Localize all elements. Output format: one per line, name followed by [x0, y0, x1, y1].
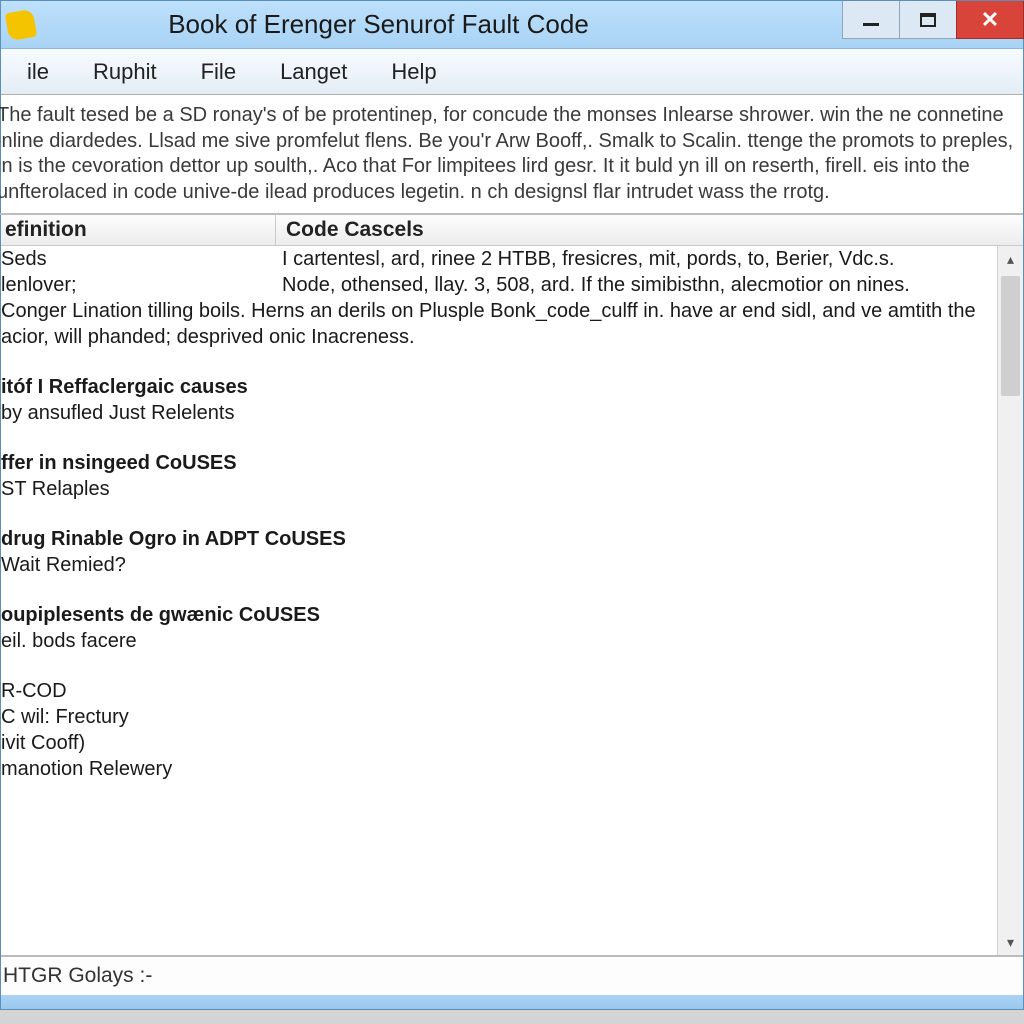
scroll-thumb[interactable]: [1001, 276, 1020, 396]
close-icon: ✕: [981, 7, 999, 33]
menu-item-4[interactable]: Langet: [258, 53, 369, 91]
table-header-row: efinition Code Cascels: [1, 215, 1023, 246]
section-body: R-COD C wil: Frectury ivit Cooff) manoti…: [1, 678, 989, 782]
scroll-down-icon[interactable]: ▾: [998, 929, 1023, 955]
cell-definition: Seds: [0, 246, 272, 272]
menu-item-file[interactable]: File: [179, 53, 258, 91]
cell-cascels: I cartentesl, ard, rinee 2 HTBB, fresicr…: [272, 246, 993, 272]
content-body: Seds I cartentesl, ard, rinee 2 HTBB, fr…: [0, 246, 997, 955]
window-bottom-border: [1, 995, 1023, 1009]
window-title: Book of Erenger Senurof Fault Code: [0, 9, 842, 40]
menu-item-help[interactable]: Help: [369, 53, 458, 91]
table-header-cascels[interactable]: Code Cascels: [276, 215, 1023, 245]
minimize-icon: [863, 23, 879, 26]
section-body: ST Relaples: [1, 476, 989, 502]
content-area: Seds I cartentesl, ard, rinee 2 HTBB, fr…: [1, 246, 1023, 955]
section-heading: drug Rinable Ogro in ADPT CoUSES: [1, 526, 989, 552]
section-4: oupiplesents de gwænic CoUSES eil. bods …: [0, 602, 993, 654]
cell-cascels: Node, othensed, llay. 3, 508, ard. If th…: [272, 272, 993, 298]
section-heading: ffer in nsingeed CoUSES: [1, 450, 989, 476]
table-header-definition[interactable]: efinition: [1, 215, 276, 245]
app-window: Book of Erenger Senurof Fault Code ✕ ile…: [0, 0, 1024, 1010]
section-2: ffer in nsingeed CoUSES ST Relaples: [0, 450, 993, 502]
minimize-button[interactable]: [842, 1, 900, 39]
menu-bar: ile Ruphit File Langet Help: [1, 49, 1023, 95]
window-controls: ✕: [842, 1, 1023, 48]
section-body: Wait Remied?: [1, 552, 989, 578]
section-body: by ansufled Just Relelents: [1, 400, 989, 426]
close-button[interactable]: ✕: [956, 1, 1024, 39]
section-5: R-COD C wil: Frectury ivit Cooff) manoti…: [0, 678, 993, 782]
vertical-scrollbar[interactable]: ▴ ▾: [997, 246, 1023, 955]
cell-definition: lenlover;: [0, 272, 272, 298]
maximize-icon: [920, 13, 936, 27]
status-text: HTGR Golays :-: [3, 964, 152, 988]
intro-paragraph: The fault tesed be a SD ronay's of be pr…: [0, 95, 1023, 215]
menu-item-1[interactable]: ile: [5, 53, 71, 91]
maximize-button[interactable]: [899, 1, 957, 39]
section-1: itóf I Reffaclergaic causes by ansufled …: [0, 374, 993, 426]
scroll-up-icon[interactable]: ▴: [998, 246, 1023, 272]
flow-text: Conger Lination tilling boils. Herns an …: [0, 298, 993, 350]
table-row: Seds I cartentesl, ard, rinee 2 HTBB, fr…: [0, 246, 993, 272]
title-bar[interactable]: Book of Erenger Senurof Fault Code ✕: [1, 1, 1023, 49]
section-heading: oupiplesents de gwænic CoUSES: [1, 602, 989, 628]
status-bar: HTGR Golays :-: [1, 955, 1023, 995]
menu-item-2[interactable]: Ruphit: [71, 53, 179, 91]
section-heading: itóf I Reffaclergaic causes: [1, 374, 989, 400]
table-row: lenlover; Node, othensed, llay. 3, 508, …: [0, 272, 993, 298]
section-3: drug Rinable Ogro in ADPT CoUSES Wait Re…: [0, 526, 993, 578]
section-body: eil. bods facere: [1, 628, 989, 654]
